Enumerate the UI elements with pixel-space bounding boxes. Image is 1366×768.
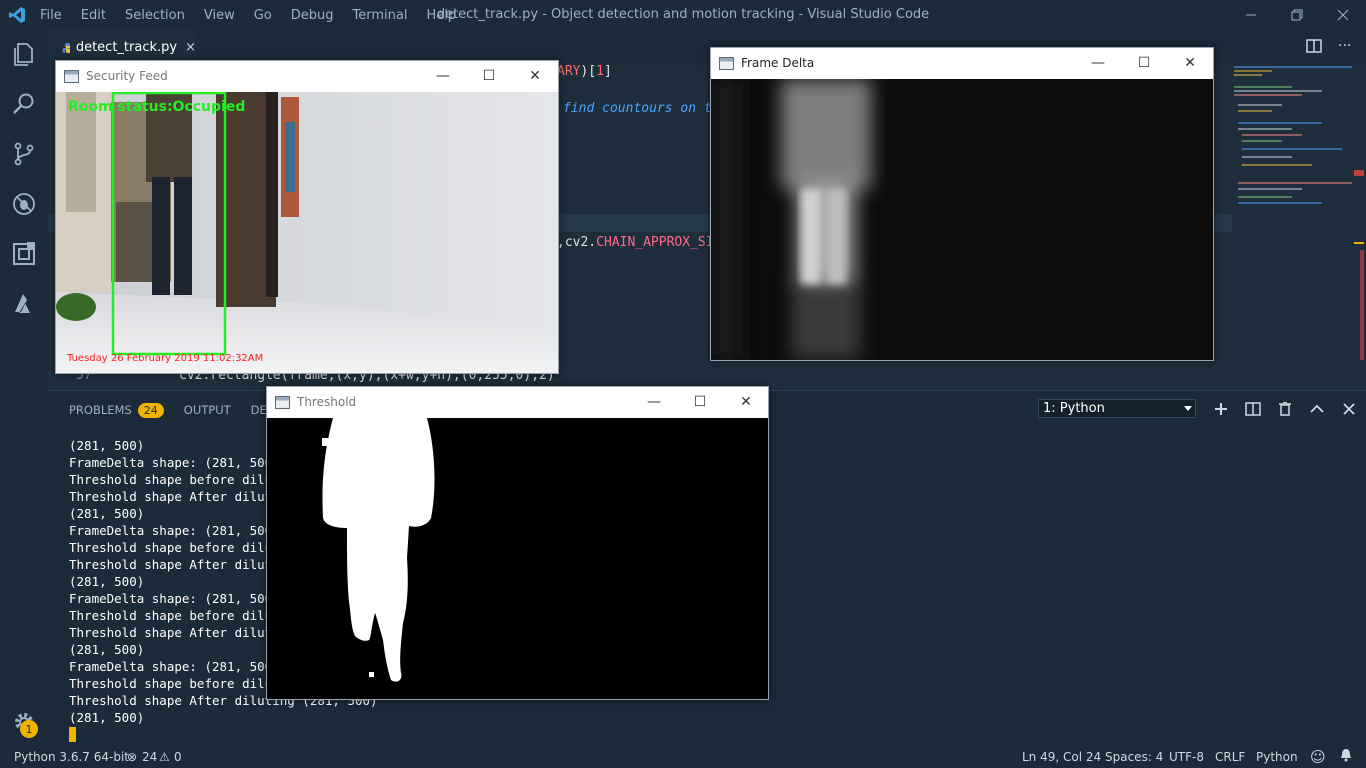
azure-button[interactable]: [0, 280, 48, 328]
debug-button[interactable]: [0, 180, 48, 228]
code-chain-fragment: ,cv2.CHAIN_APPROX_SI: [557, 235, 714, 250]
status-bar: Python 3.6.7 64-bit ⊗ 24 ⚠ 0 Ln 49, Col …: [0, 746, 1366, 768]
tab-label: detect_track.py: [75, 40, 178, 55]
maximize-button[interactable]: ☐: [466, 61, 512, 91]
frame-delta-title: Frame Delta: [741, 56, 815, 70]
close-panel-button[interactable]: [1338, 398, 1360, 420]
scrollbar-error-range: [1360, 250, 1364, 360]
source-control-button[interactable]: [0, 130, 48, 178]
python-interpreter[interactable]: Python 3.6.7 64-bit: [14, 750, 129, 764]
frame-delta-window[interactable]: Frame Delta — ☐ ✕: [710, 47, 1214, 361]
security-feed-title: Security Feed: [86, 69, 168, 83]
app-window-icon: [275, 395, 290, 409]
close-button[interactable]: ✕: [512, 61, 558, 91]
error-count[interactable]: 24: [142, 750, 157, 764]
threshold-window[interactable]: Threshold — ☐ ✕: [266, 386, 769, 700]
panel-tab-bar: PROBLEMS 24 OUTPUT DEBUG: [69, 400, 292, 420]
more-actions-button[interactable]: ···: [1338, 38, 1360, 56]
timestamp-overlay: Tuesday 26 February 2019 11:02:32AM: [67, 353, 264, 364]
extensions-button[interactable]: [0, 230, 48, 278]
language-mode[interactable]: Python: [1256, 750, 1298, 764]
problems-count-badge: 24: [137, 402, 164, 418]
line-ending[interactable]: CRLF: [1215, 750, 1245, 764]
extensions-icon: [13, 242, 35, 265]
tab-problems[interactable]: PROBLEMS: [69, 403, 132, 417]
settings-button[interactable]: 1: [0, 698, 48, 746]
close-window-button[interactable]: [1320, 0, 1366, 30]
code-fragment-threshold: ARY)[1]: [557, 64, 612, 79]
explorer-icon: [14, 43, 33, 66]
new-terminal-button[interactable]: [1210, 398, 1232, 420]
kill-terminal-button[interactable]: [1274, 398, 1296, 420]
tab-close-icon[interactable]: ×: [185, 40, 196, 55]
close-button[interactable]: ✕: [723, 387, 769, 417]
restore-icon: [1291, 9, 1303, 21]
minimize-button[interactable]: —: [420, 61, 466, 91]
split-terminal-button[interactable]: [1242, 398, 1264, 420]
notifications-bell-icon[interactable]: [1340, 748, 1352, 765]
terminal-select-value: 1: Python: [1043, 401, 1105, 416]
feedback-smiley-icon[interactable]: ☺: [1310, 748, 1326, 766]
maximize-button[interactable]: ☐: [1121, 48, 1167, 78]
restore-window-button[interactable]: [1274, 0, 1320, 30]
debug-icon: [13, 193, 35, 215]
terminal-select[interactable]: 1: Python: [1038, 399, 1196, 418]
frame-delta-image: [711, 79, 1213, 360]
error-icon: ⊗: [127, 750, 138, 764]
activity-bar: 1: [0, 30, 48, 746]
warning-count[interactable]: 0: [174, 750, 182, 764]
python-file-icon: [62, 42, 70, 53]
explorer-button[interactable]: [0, 30, 48, 78]
azure-icon: [15, 294, 30, 313]
encoding[interactable]: UTF-8: [1169, 750, 1204, 764]
trash-icon: [1279, 402, 1291, 416]
cursor-position[interactable]: Ln 49, Col 24: [1022, 750, 1101, 764]
terminal-line: (281, 500): [69, 710, 145, 725]
split-terminal-icon: [1245, 402, 1261, 416]
room-status-overlay: Room status:Occupied: [68, 99, 246, 115]
minimize-window-button[interactable]: [1228, 0, 1274, 30]
scrollbar-error-marker: [1354, 170, 1364, 176]
plus-icon: [1215, 403, 1227, 415]
search-button[interactable]: [0, 80, 48, 128]
terminal-cursor: [69, 727, 76, 742]
code-comment-fragment: find countours on t: [563, 101, 712, 116]
split-editor-button[interactable]: [1306, 38, 1328, 56]
tab-output[interactable]: OUTPUT: [184, 403, 231, 417]
scrollbar-warning-marker: [1354, 242, 1364, 244]
app-window-icon: [64, 69, 79, 83]
threshold-title: Threshold: [297, 395, 357, 409]
chevron-down-icon: [1184, 406, 1192, 411]
settings-badge: 1: [20, 720, 38, 738]
close-icon: [1337, 9, 1349, 21]
minimize-button[interactable]: —: [1075, 48, 1121, 78]
window-title: detect_track.py - Object detection and m…: [436, 7, 930, 22]
threshold-mask-image: [267, 418, 768, 699]
app-window-icon: [719, 56, 734, 70]
indentation[interactable]: Spaces: 4: [1105, 750, 1163, 764]
title-bar: File Edit Selection View Go Debug Termin…: [0, 0, 1366, 30]
search-icon: [13, 93, 34, 114]
close-button[interactable]: ✕: [1167, 48, 1213, 78]
close-icon: [1343, 403, 1355, 415]
maximize-panel-button[interactable]: [1306, 398, 1328, 420]
split-editor-icon: [1306, 39, 1322, 53]
minimap[interactable]: [1232, 65, 1354, 215]
chevron-up-icon: [1310, 404, 1324, 413]
minimize-button[interactable]: —: [631, 387, 677, 417]
source-control-icon: [14, 142, 34, 166]
security-feed-window[interactable]: Security Feed — ☐ ✕ Room status:Occupied…: [55, 60, 559, 374]
minimize-icon: [1246, 14, 1256, 16]
camera-feed-image: [56, 92, 558, 373]
warning-icon: ⚠: [159, 750, 170, 764]
maximize-button[interactable]: ☐: [677, 387, 723, 417]
